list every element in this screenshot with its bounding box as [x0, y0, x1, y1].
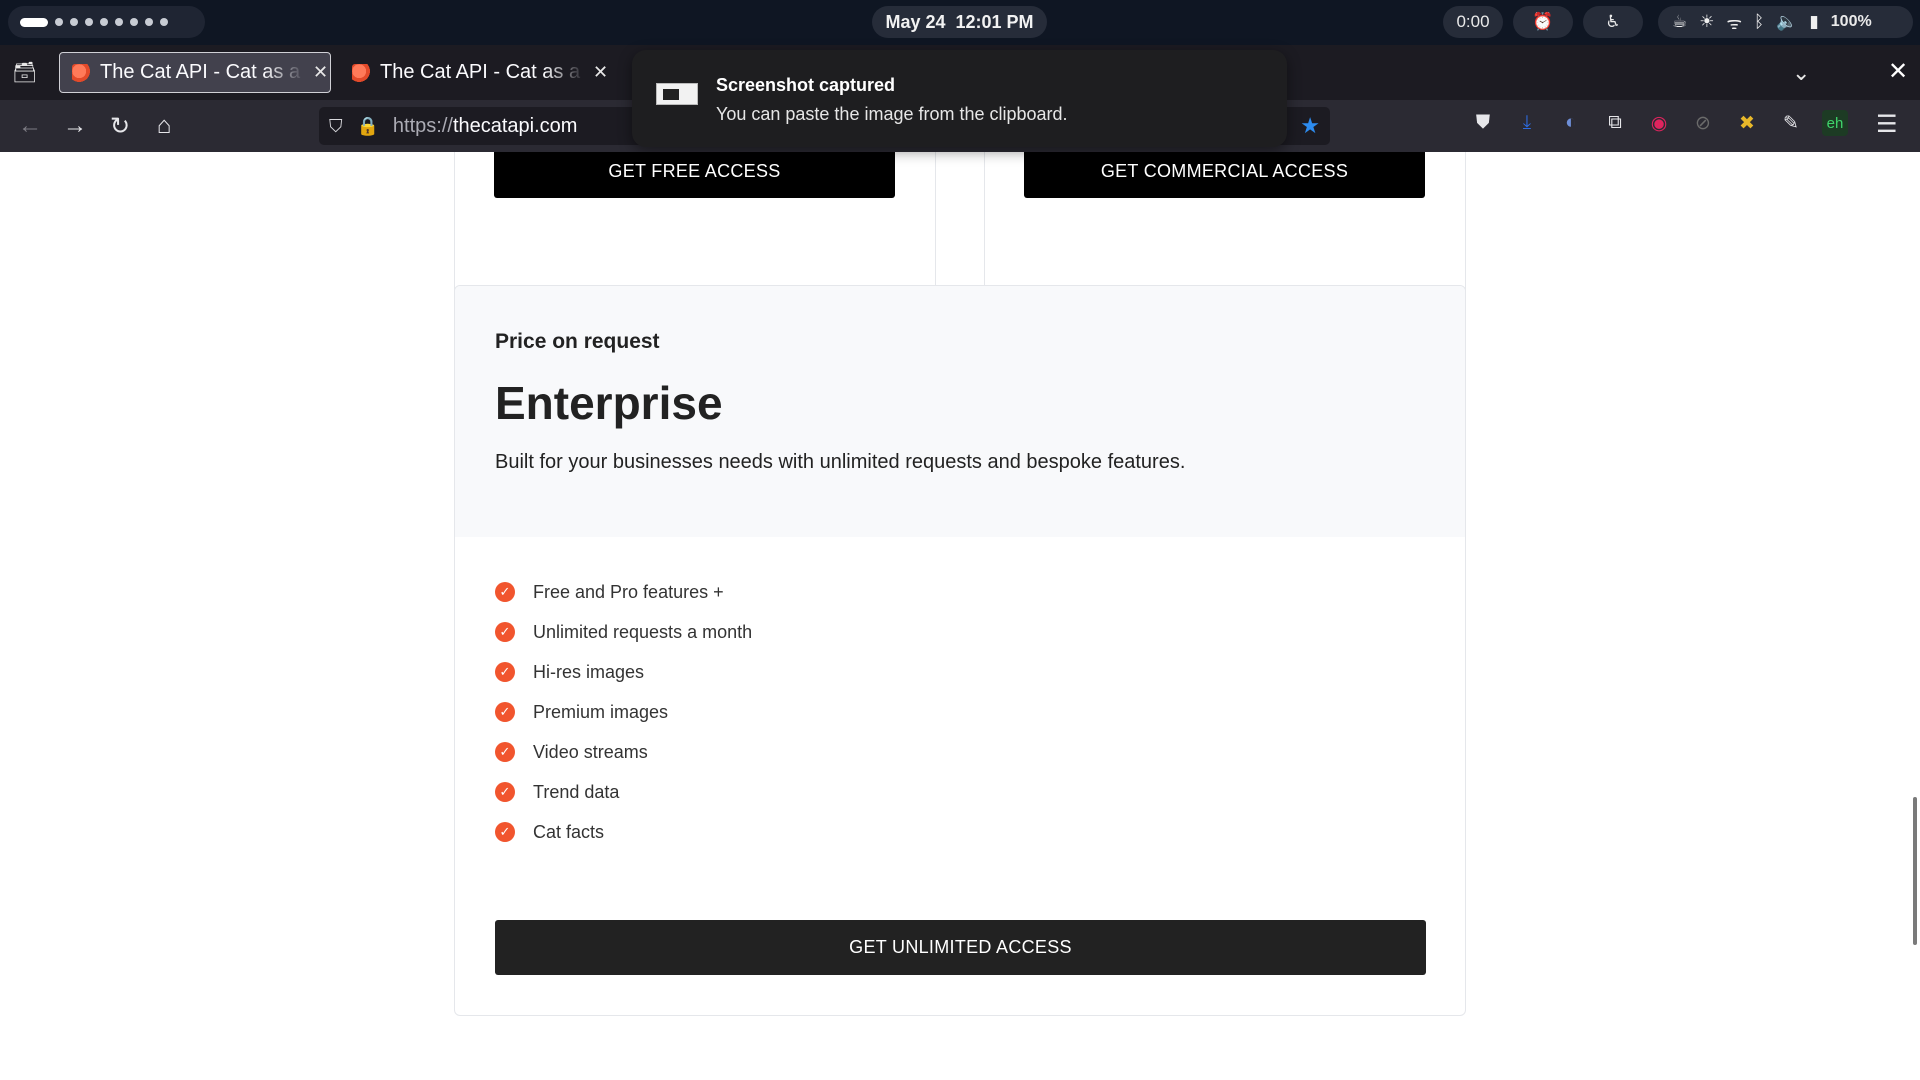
- url-text[interactable]: https://thecatapi.com: [393, 115, 578, 138]
- hamburger-menu-icon[interactable]: ☰: [1876, 110, 1898, 139]
- screenshot-notification[interactable]: Screenshot captured You can paste the im…: [632, 50, 1287, 147]
- workspace-dot[interactable]: [130, 18, 138, 26]
- tab-cat-api[interactable]: The Cat API - Cat as a Service ✕: [340, 52, 612, 93]
- coffee-icon: ☕: [1672, 12, 1688, 31]
- workspace-indicator[interactable]: [8, 6, 205, 38]
- workspace-active[interactable]: [20, 17, 48, 27]
- screenshot-thumbnail-icon: [656, 83, 698, 105]
- timer-label: 0:00: [1456, 12, 1490, 31]
- forward-arrow-icon[interactable]: →: [59, 110, 91, 142]
- tab-cat-api-active[interactable]: The Cat API - Cat as a Service ✕: [59, 52, 331, 93]
- url-scheme: https://: [392, 114, 453, 137]
- page-scrollbar[interactable]: [1913, 797, 1917, 945]
- extension-colorful-icon[interactable]: ✖: [1734, 110, 1760, 136]
- alarm-button[interactable]: ⏰: [1513, 6, 1573, 38]
- get-free-access-button[interactable]: GET FREE ACCESS: [494, 152, 895, 198]
- extension-globe-icon[interactable]: ◐: [1558, 110, 1584, 136]
- plan-title: Enterprise: [495, 377, 723, 429]
- workspace-dot[interactable]: [85, 18, 93, 26]
- tab-close-icon[interactable]: ✕: [593, 62, 608, 83]
- system-top-bar: May 24 12:01 PM 0:00 ⏰ ♿ ☕ ☀ ᯤ ᛒ 🔈 ▮ 100…: [0, 0, 1920, 45]
- lock-icon[interactable]: 🔒: [357, 116, 379, 137]
- workspace-dot[interactable]: [70, 18, 78, 26]
- notification-body: You can paste the image from the clipboa…: [716, 104, 1068, 124]
- feature-label: Cat facts: [533, 821, 605, 842]
- cat-api-favicon-icon: [72, 63, 90, 82]
- workspace-dot[interactable]: [145, 18, 153, 26]
- extensions-puzzle-icon[interactable]: ⧉: [1602, 110, 1628, 136]
- time-label: 12:01 PM: [955, 11, 1034, 32]
- tab-close-icon[interactable]: ✕: [313, 62, 328, 83]
- reload-icon[interactable]: ↻: [104, 110, 136, 142]
- back-arrow-icon[interactable]: ←: [14, 110, 46, 142]
- list-item: ✓ Trend data: [495, 772, 752, 812]
- alarm-clock-icon: ⏰: [1532, 12, 1554, 31]
- extension-red-icon[interactable]: ◉: [1646, 110, 1672, 136]
- notification-title: Screenshot captured: [716, 75, 896, 95]
- check-circle-icon: ✓: [495, 702, 515, 722]
- bookmark-star-icon[interactable]: ★: [1300, 113, 1320, 139]
- enterprise-card-header: Price on request Enterprise Built for yo…: [455, 286, 1465, 537]
- wifi-icon: ᯤ: [1726, 13, 1743, 33]
- bluetooth-icon: ᛒ: [1754, 12, 1765, 31]
- pocket-icon[interactable]: ⛊: [1470, 110, 1496, 136]
- check-circle-icon: ✓: [495, 662, 515, 682]
- feature-list: ✓ Free and Pro features + ✓ Unlimited requ…: [495, 572, 752, 852]
- tracking-protection-shield-icon[interactable]: ⛉: [329, 116, 343, 137]
- accessibility-icon: ♿: [1605, 12, 1621, 31]
- enterprise-plan-card: Price on request Enterprise Built for yo…: [454, 285, 1466, 1016]
- check-circle-icon: ✓: [495, 622, 515, 642]
- firefox-view-icon[interactable]: 🗃: [12, 60, 38, 86]
- web-page: GET FREE ACCESS GET COMMERCIAL ACCESS Pr…: [0, 152, 1920, 1080]
- volume-icon: 🔈: [1776, 12, 1798, 31]
- list-item: ✓ Free and Pro features +: [495, 572, 752, 612]
- check-circle-icon: ✓: [495, 822, 515, 842]
- cat-api-favicon-icon: [352, 63, 370, 82]
- feature-label: Trend data: [533, 781, 620, 802]
- check-circle-icon: ✓: [495, 782, 515, 802]
- extension-gray-icon[interactable]: ⊘: [1690, 110, 1716, 136]
- list-item: ✓ Hi-res images: [495, 652, 752, 692]
- battery-icon: ▮: [1809, 12, 1819, 31]
- feature-label: Hi-res images: [533, 661, 645, 682]
- window-close-icon[interactable]: ✕: [1888, 57, 1908, 86]
- battery-percentage: 100%: [1830, 13, 1872, 30]
- system-menu-button[interactable]: ☕ ☀ ᯤ ᛒ 🔈 ▮ 100%: [1658, 6, 1913, 38]
- timer-indicator[interactable]: 0:00: [1443, 6, 1503, 38]
- workspace-dot[interactable]: [100, 18, 108, 26]
- accessibility-button[interactable]: ♿: [1583, 6, 1643, 38]
- price-label: Price on request: [495, 330, 660, 353]
- date-label: May 24: [885, 11, 946, 32]
- tab-title: The Cat API - Cat as a Service: [380, 61, 585, 83]
- downloads-icon[interactable]: ⤓: [1514, 110, 1540, 136]
- check-circle-icon: ✓: [495, 582, 515, 602]
- workspace-dot[interactable]: [160, 18, 168, 26]
- plan-description: Built for your businesses needs with unl…: [495, 451, 1186, 473]
- list-item: ✓ Unlimited requests a month: [495, 612, 752, 652]
- feature-label: Free and Pro features +: [533, 581, 724, 602]
- feature-label: Video streams: [533, 741, 648, 762]
- list-all-tabs-chevron-icon[interactable]: ⌄: [1792, 60, 1810, 86]
- home-icon[interactable]: ⌂: [148, 110, 180, 142]
- date-time-button[interactable]: May 24 12:01 PM: [872, 6, 1047, 38]
- extension-eh-icon[interactable]: eh: [1822, 110, 1848, 136]
- list-item: ✓ Video streams: [495, 732, 752, 772]
- brightness-icon: ☀: [1699, 12, 1715, 31]
- get-unlimited-access-button[interactable]: GET UNLIMITED ACCESS: [495, 920, 1426, 975]
- workspace-dot[interactable]: [115, 18, 123, 26]
- list-item: ✓ Premium images: [495, 692, 752, 732]
- toolbar-extensions: ⛊ ⤓ ◐ ⧉ ◉ ⊘ ✖ ✎ eh: [1470, 110, 1848, 136]
- get-commercial-access-button[interactable]: GET COMMERCIAL ACCESS: [1024, 152, 1425, 198]
- url-host: thecatapi.com: [452, 114, 578, 137]
- feature-label: Premium images: [533, 701, 669, 722]
- workspace-dot[interactable]: [55, 18, 63, 26]
- extension-pen-icon[interactable]: ✎: [1778, 110, 1804, 136]
- list-item: ✓ Cat facts: [495, 812, 752, 852]
- tab-title: The Cat API - Cat as a Service: [100, 61, 305, 83]
- feature-label: Unlimited requests a month: [533, 621, 753, 642]
- check-circle-icon: ✓: [495, 742, 515, 762]
